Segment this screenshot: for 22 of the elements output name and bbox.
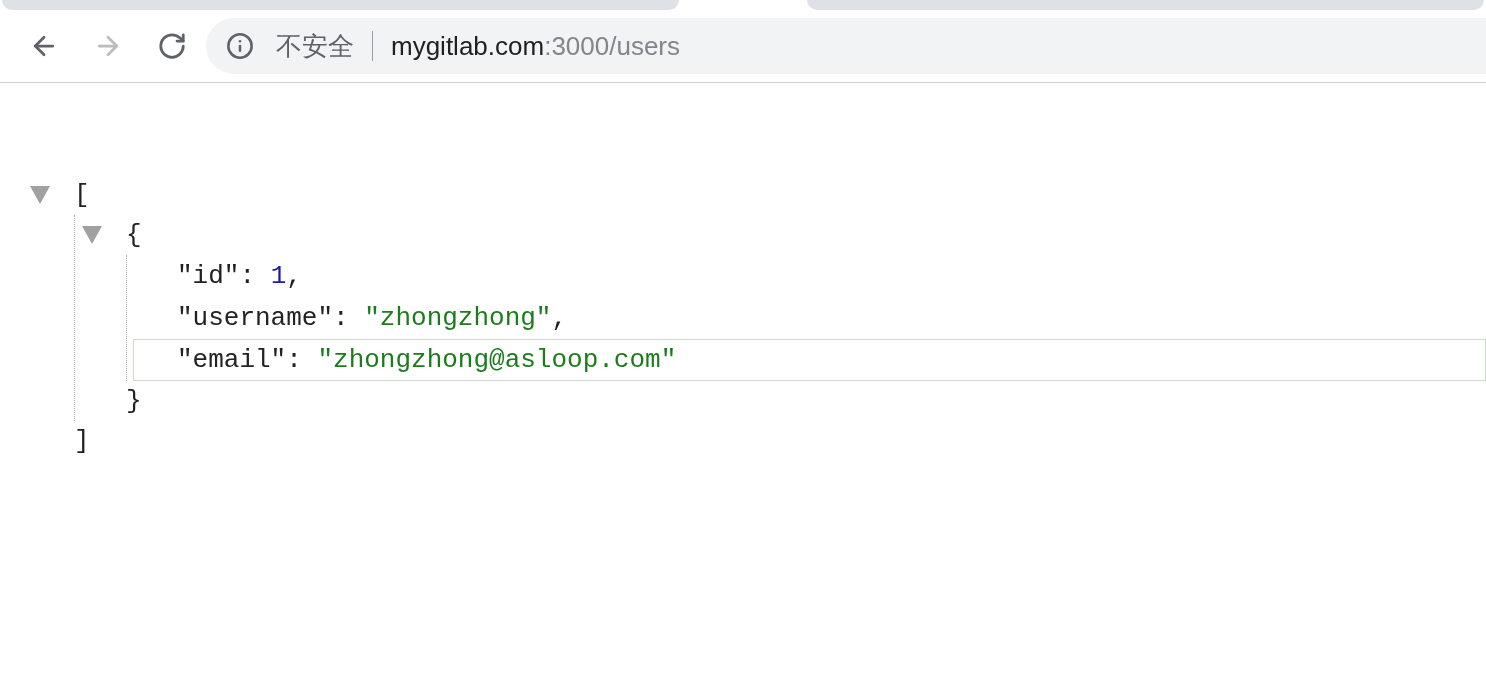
close-bracket: }	[126, 386, 142, 416]
security-label[interactable]: 不安全	[276, 28, 354, 64]
string-value: "zhongzhong@asloop.com"	[317, 345, 677, 375]
url-text: mygitlab.com:3000/users	[391, 30, 681, 62]
collapse-triangle-icon[interactable]	[82, 226, 102, 244]
close-bracket: ]	[74, 426, 90, 456]
string-value: "zhongzhong"	[364, 303, 552, 333]
reload-arrow-icon	[157, 31, 187, 61]
open-bracket: {	[126, 220, 142, 250]
comma: ,	[286, 261, 302, 291]
comma: ,	[551, 303, 568, 333]
info-icon[interactable]	[226, 32, 254, 60]
property-key: "id"	[177, 261, 240, 291]
property-key: "username"	[177, 303, 334, 333]
colon: :	[286, 345, 302, 375]
collapse-triangle-icon[interactable]	[30, 186, 50, 204]
colon: :	[239, 261, 256, 291]
address-bar[interactable]: 不安全 mygitlab.com:3000/users	[206, 18, 1486, 74]
property-key: "email"	[177, 345, 287, 375]
open-bracket: [	[74, 180, 90, 210]
number-value: 1	[270, 261, 287, 291]
colon: :	[333, 303, 349, 333]
